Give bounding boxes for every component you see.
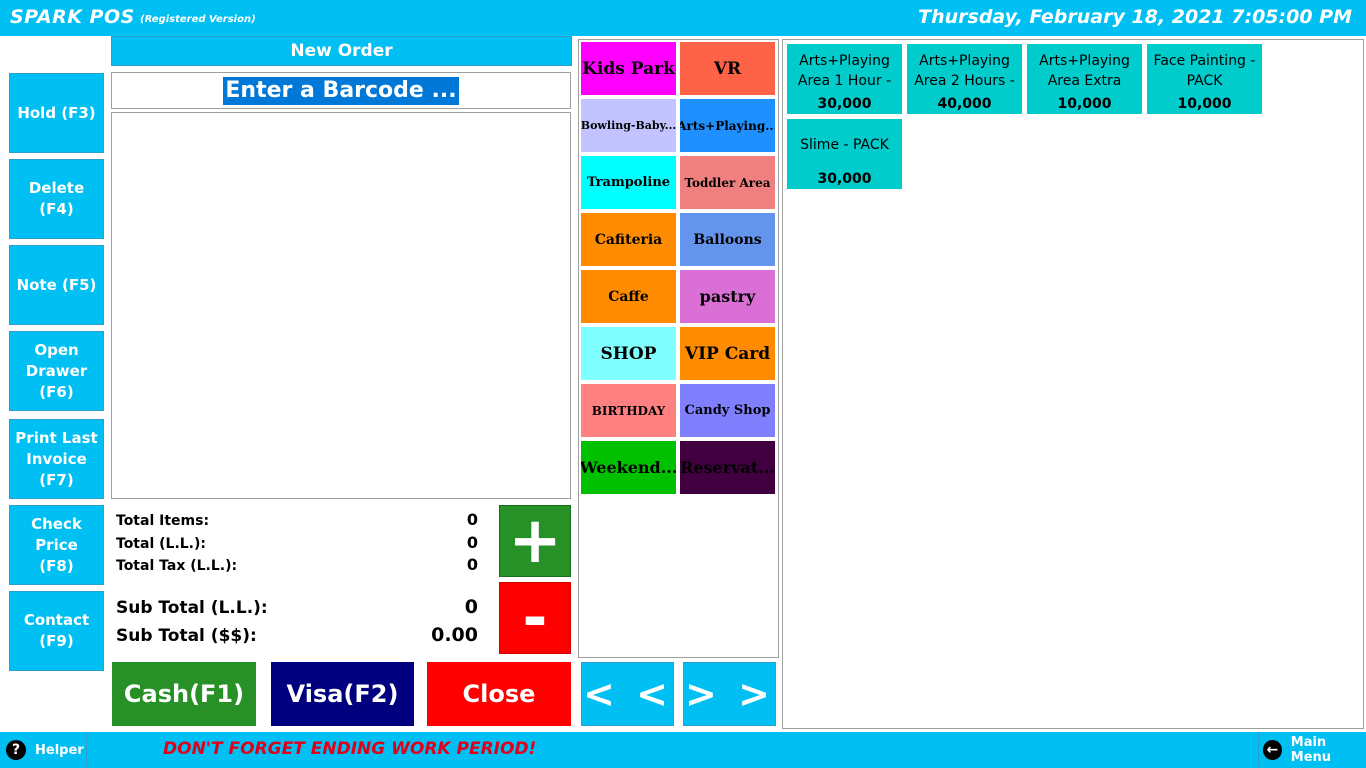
category-button[interactable]: Kids Park bbox=[581, 42, 676, 95]
category-button[interactable]: Balloons bbox=[680, 213, 775, 266]
subtotal-ll-value: 0 bbox=[464, 596, 478, 618]
product-price: 40,000 bbox=[937, 96, 992, 112]
product-price: 10,000 bbox=[1177, 96, 1232, 112]
category-button[interactable]: VIP Card bbox=[680, 327, 775, 380]
app-version: (Registered Version) bbox=[140, 14, 256, 25]
category-button[interactable]: SHOP bbox=[581, 327, 676, 380]
total-items-label: Total Items: bbox=[116, 513, 210, 529]
category-button[interactable]: pastry bbox=[680, 270, 775, 323]
total-tax-value: 0 bbox=[466, 555, 478, 574]
decrease-quantity-button[interactable]: - bbox=[499, 582, 571, 654]
category-button[interactable]: Candy Shop bbox=[680, 384, 775, 437]
category-button[interactable]: Cafiteria bbox=[581, 213, 676, 266]
category-button[interactable]: Caffe bbox=[581, 270, 676, 323]
product-name: Arts+Playing Area 1 Hour - bbox=[797, 53, 892, 89]
main-menu-label: Main Menu bbox=[1290, 735, 1332, 765]
back-arrow-icon: ← bbox=[1263, 740, 1282, 760]
product-tile[interactable]: Arts+Playing Area 2 Hours - 40,000 bbox=[907, 44, 1022, 114]
category-button[interactable]: BIRTHDAY bbox=[581, 384, 676, 437]
increase-quantity-button[interactable]: + bbox=[499, 505, 571, 577]
prev-page-button[interactable]: < < bbox=[581, 662, 674, 726]
close-button[interactable]: Close bbox=[427, 662, 571, 726]
total-ll-value: 0 bbox=[466, 533, 478, 552]
category-button[interactable]: Bowling-Baby... bbox=[581, 99, 676, 152]
product-price: 10,000 bbox=[1057, 96, 1112, 112]
product-name: Arts+Playing Area 2 Hours - bbox=[914, 53, 1015, 89]
help-icon: ? bbox=[6, 740, 26, 760]
category-button[interactable]: Reservat... bbox=[680, 441, 775, 494]
helper-button[interactable]: ? Helper bbox=[0, 732, 87, 768]
delete-button[interactable]: Delete (F4) bbox=[9, 159, 104, 239]
subtotal-usd-label: Sub Total ($$): bbox=[116, 626, 257, 646]
product-price: 30,000 bbox=[817, 171, 872, 187]
product-name: Arts+Playing Area Extra bbox=[1039, 53, 1130, 89]
next-page-button[interactable]: > > bbox=[683, 662, 776, 726]
product-price: 30,000 bbox=[817, 96, 872, 112]
product-name: Slime - PACK bbox=[800, 137, 889, 153]
barcode-input[interactable]: Enter a Barcode ... bbox=[223, 76, 459, 105]
product-tile[interactable]: Arts+Playing Area 1 Hour - 30,000 bbox=[787, 44, 902, 114]
product-name: Face Painting - PACK bbox=[1153, 53, 1256, 89]
print-last-invoice-button[interactable]: Print Last Invoice (F7) bbox=[9, 419, 104, 499]
category-button[interactable]: Trampoline bbox=[581, 156, 676, 209]
note-button[interactable]: Note (F5) bbox=[9, 245, 104, 325]
order-items-list[interactable] bbox=[111, 112, 571, 499]
main-menu-button[interactable]: ← Main Menu bbox=[1258, 732, 1366, 768]
barcode-field[interactable]: Enter a Barcode ... bbox=[111, 72, 571, 109]
category-button[interactable]: Toddler Area bbox=[680, 156, 775, 209]
subtotal-ll-label: Sub Total (L.L.): bbox=[116, 598, 268, 618]
product-tile[interactable]: Slime - PACK 30,000 bbox=[787, 119, 902, 189]
order-title: New Order bbox=[111, 36, 572, 66]
visa-button[interactable]: Visa(F2) bbox=[271, 662, 414, 726]
subtotal-usd-value: 0.00 bbox=[431, 624, 478, 646]
work-period-warning: DON'T FORGET ENDING WORK PERIOD! bbox=[163, 739, 537, 759]
product-tile[interactable]: Face Painting - PACK 10,000 bbox=[1147, 44, 1262, 114]
hold-button[interactable]: Hold (F3) bbox=[9, 73, 104, 153]
category-button[interactable]: Arts+Playing... bbox=[680, 99, 775, 152]
category-button[interactable]: Weekend... bbox=[581, 441, 676, 494]
total-tax-label: Total Tax (L.L.): bbox=[116, 558, 238, 574]
helper-label: Helper bbox=[35, 742, 84, 758]
total-items-value: 0 bbox=[466, 510, 478, 529]
product-tile[interactable]: Arts+Playing Area Extra 10,000 bbox=[1027, 44, 1142, 114]
open-drawer-button[interactable]: Open Drawer (F6) bbox=[9, 331, 104, 411]
datetime: Thursday, February 18, 2021 7:05:00 PM bbox=[918, 6, 1352, 28]
app-title: SPARK POS bbox=[10, 6, 135, 28]
cash-button[interactable]: Cash(F1) bbox=[112, 662, 256, 726]
category-button[interactable]: VR bbox=[680, 42, 775, 95]
check-price-button[interactable]: Check Price (F8) bbox=[9, 505, 104, 585]
total-ll-label: Total (L.L.): bbox=[116, 536, 206, 552]
contact-button[interactable]: Contact (F9) bbox=[9, 591, 104, 671]
